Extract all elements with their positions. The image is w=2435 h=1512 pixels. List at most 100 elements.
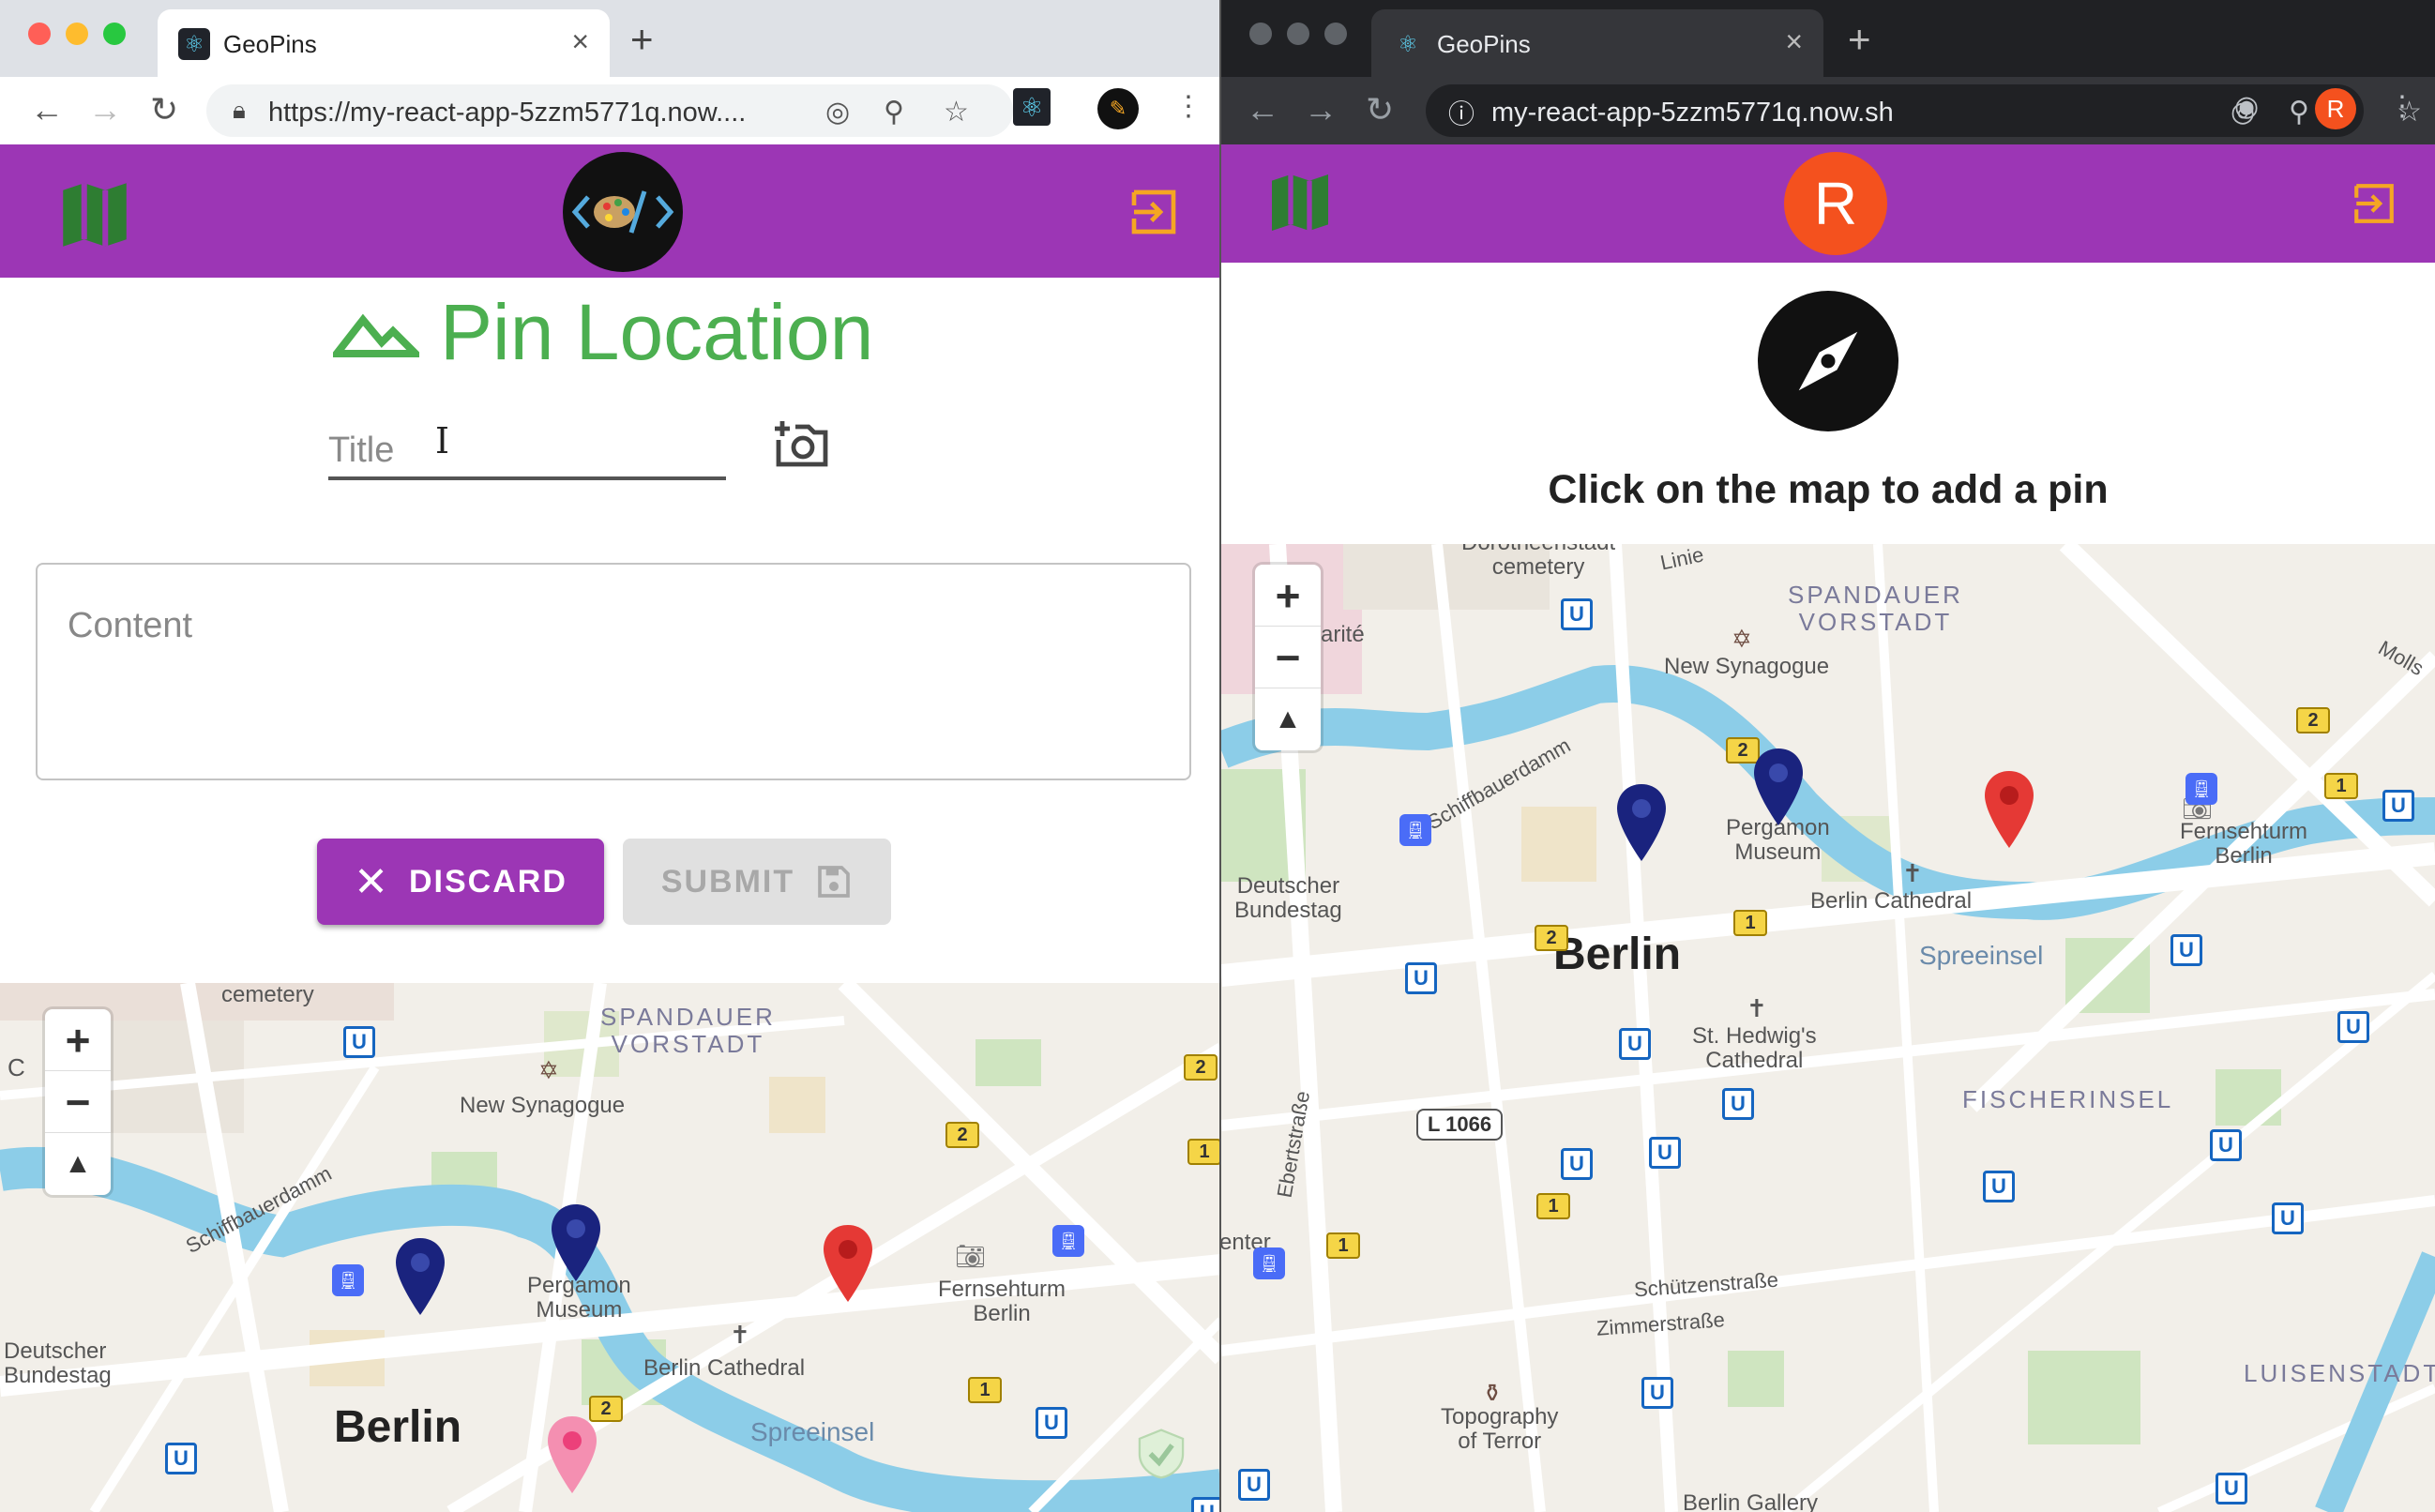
map-label-gallery: Berlin Gallery xyxy=(1683,1490,1819,1512)
text-cursor-icon: I xyxy=(435,420,450,461)
browser-toolbar: ← → ↻ 🔒︎ https://my-react-app-5zzm5771q.… xyxy=(0,77,1221,144)
back-icon[interactable]: ← xyxy=(1246,90,1279,129)
add-photo-icon[interactable] xyxy=(771,416,831,471)
map-pin-icon[interactable] xyxy=(820,1223,876,1304)
map-label-luisenstadt: LUISENSTADT xyxy=(2244,1359,2435,1387)
map-label-hedwig: St. Hedwig's Cathedral xyxy=(1692,1023,1817,1074)
minimize-window-button[interactable] xyxy=(1287,23,1309,45)
ubahn-icon: U xyxy=(165,1443,197,1474)
map-label-island: Spreeinsel xyxy=(1919,941,2044,970)
left-browser-window: ⚛ GeoPins × + ← → ↻ 🔒︎ https://my-react-… xyxy=(0,0,1221,1512)
code-palette-icon xyxy=(571,190,674,234)
shield-icon xyxy=(1138,1429,1185,1479)
avatar-letter: R xyxy=(1813,170,1858,237)
map-pin-icon[interactable] xyxy=(1750,747,1807,827)
route-badge: 2 xyxy=(1184,1054,1218,1081)
compass-button[interactable]: ▲ xyxy=(45,1133,111,1195)
map-pin-icon[interactable] xyxy=(392,1236,448,1317)
menu-dots-icon[interactable]: ⋮ xyxy=(1174,90,1202,123)
map-pin-icon[interactable] xyxy=(544,1414,600,1495)
ubahn-icon: U xyxy=(1619,1028,1651,1060)
tab-close-icon[interactable]: × xyxy=(1785,24,1803,59)
compass-button[interactable]: ▲ xyxy=(1255,688,1321,750)
content-textarea[interactable] xyxy=(38,565,1189,779)
map[interactable]: + − ▲ cemetery C SPANDAUER VORSTADT ✡ Ne… xyxy=(0,983,1221,1512)
map-icon[interactable] xyxy=(53,173,137,257)
user-avatar[interactable] xyxy=(563,152,683,272)
zoom-out-button[interactable]: − xyxy=(45,1071,111,1133)
route-badge: 2 xyxy=(1535,925,1568,951)
map-pin-icon[interactable] xyxy=(1981,769,2037,850)
lock-icon[interactable]: 🔒︎ xyxy=(233,96,246,126)
user-avatar[interactable]: R xyxy=(1784,152,1887,255)
content-field[interactable] xyxy=(36,563,1191,780)
sign-out-icon[interactable] xyxy=(2351,180,2397,227)
cross-icon: ✝ xyxy=(730,1321,750,1349)
info-icon[interactable]: ⓘ xyxy=(1448,94,1475,131)
minimize-window-button[interactable] xyxy=(66,23,88,45)
camera-poi-icon: 📷︎ xyxy=(955,1242,987,1270)
new-tab-icon[interactable]: + xyxy=(630,17,654,62)
zoom-in-button[interactable]: + xyxy=(1255,565,1321,627)
zoom-out-button[interactable]: − xyxy=(1255,627,1321,688)
map[interactable]: + − ▲ Dorotheenstadt cemetery Linie arit… xyxy=(1221,544,2435,1512)
title-input[interactable] xyxy=(328,409,726,476)
maximize-window-button[interactable] xyxy=(1324,23,1347,45)
maximize-window-button[interactable] xyxy=(103,23,126,45)
map-label-bundestag: Deutscher Bundestag xyxy=(1234,873,1342,924)
map-label-tower: Fernsehturm Berlin xyxy=(938,1277,1066,1327)
ubahn-icon: U xyxy=(2216,1473,2247,1504)
react-devtools-icon[interactable]: ⚛ xyxy=(1013,88,1051,126)
submit-button[interactable]: SUBMIT xyxy=(623,839,891,925)
reload-icon[interactable]: ↻ xyxy=(1366,90,1394,129)
zoom-controls: + − ▲ xyxy=(45,1009,111,1195)
address-bar[interactable]: ⓘ my-react-app-5zzm5771q.now.sh ◎ ⚲ ☆ xyxy=(1426,84,2422,137)
browser-tab[interactable]: ⚛ GeoPins × xyxy=(158,9,610,77)
profile-avatar-icon[interactable]: R xyxy=(2315,88,2356,129)
reload-icon[interactable]: ↻ xyxy=(150,90,178,129)
map-pin-icon[interactable] xyxy=(548,1202,604,1283)
route-badge: 1 xyxy=(968,1377,1002,1403)
back-icon[interactable]: ← xyxy=(30,90,64,129)
save-icon xyxy=(818,866,850,898)
zoom-in-button[interactable]: + xyxy=(45,1009,111,1071)
sign-out-icon[interactable] xyxy=(1127,186,1180,238)
map-label-cemetery: Dorotheenstadt cemetery xyxy=(1461,544,1615,581)
map-label-bundestag: Deutscher Bundestag xyxy=(4,1338,112,1389)
menu-dots-icon[interactable]: ⋮ xyxy=(2388,90,2416,123)
ubahn-icon: U xyxy=(1561,1148,1593,1180)
train-station-icon: 🚆︎ xyxy=(1052,1225,1084,1257)
page-title: Pin Location xyxy=(440,288,874,376)
forward-icon[interactable]: → xyxy=(1304,90,1338,129)
ubahn-icon: U xyxy=(1722,1088,1754,1120)
tab-close-icon[interactable]: × xyxy=(571,24,589,59)
ubahn-icon: U xyxy=(1036,1407,1067,1439)
submit-label: SUBMIT xyxy=(660,863,795,900)
address-bar[interactable]: 🔒︎ https://my-react-app-5zzm5771q.now...… xyxy=(206,84,1013,137)
ubahn-icon: U xyxy=(2272,1202,2304,1234)
map-label-cathedral: Berlin Cathedral xyxy=(1810,888,1973,914)
forward-icon[interactable]: → xyxy=(88,90,122,129)
zoom-icon[interactable]: ⚲ xyxy=(884,96,904,129)
map-label-cathedral: Berlin Cathedral xyxy=(643,1355,806,1381)
bookmark-star-icon[interactable]: ☆ xyxy=(944,96,969,129)
map-label-tower: Fernsehturm Berlin xyxy=(2180,819,2308,869)
tab-strip: ⚛ GeoPins × + xyxy=(1221,0,2435,77)
close-window-button[interactable] xyxy=(28,23,51,45)
browser-tab[interactable]: ⚛ GeoPins × xyxy=(1371,9,1823,77)
title-field[interactable] xyxy=(328,409,726,480)
map-pin-icon[interactable] xyxy=(1613,782,1670,863)
extension-icon[interactable]: ◉ xyxy=(2234,90,2259,123)
location-icon[interactable]: ◎ xyxy=(825,96,850,129)
ubahn-icon: U xyxy=(1191,1497,1221,1512)
ubahn-icon: U xyxy=(1983,1171,2015,1202)
create-pin-panel: Pin Location I ✕ DISCARD SUBMIT xyxy=(0,278,1221,983)
discard-label: DISCARD xyxy=(408,863,567,900)
profile-avatar-icon[interactable]: ✎ xyxy=(1097,88,1139,129)
zoom-icon[interactable]: ⚲ xyxy=(2289,96,2309,129)
new-tab-icon[interactable]: + xyxy=(1848,17,1871,62)
discard-button[interactable]: ✕ DISCARD xyxy=(317,839,604,925)
landscape-icon xyxy=(333,313,419,357)
map-icon[interactable] xyxy=(1263,165,1338,240)
close-window-button[interactable] xyxy=(1249,23,1272,45)
